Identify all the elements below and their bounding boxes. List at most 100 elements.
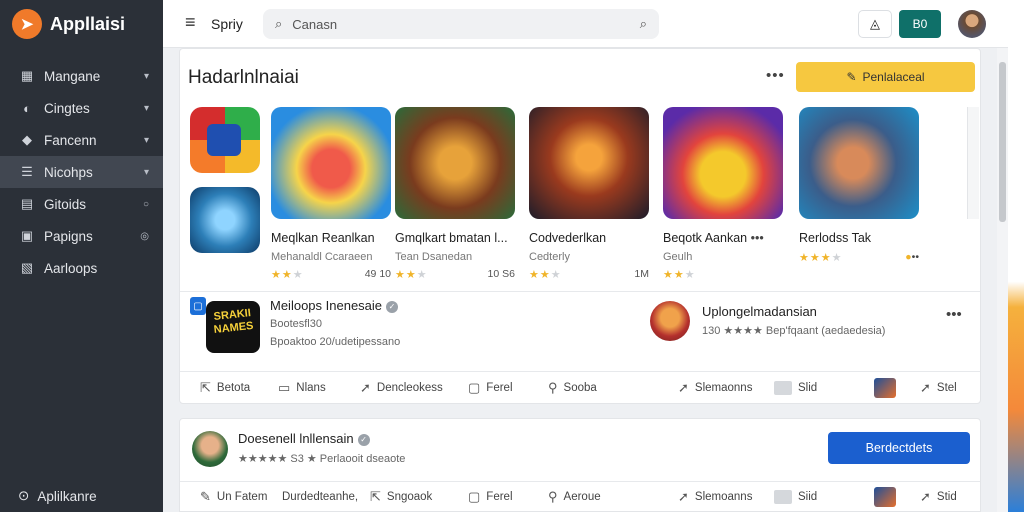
sidebar-item-mangane[interactable]: ▦ Mangane ▾ <box>0 60 163 92</box>
follow-button[interactable]: Berdectdets <box>828 432 970 464</box>
card-title: Gmqlkart bmatan l... <box>395 231 508 245</box>
brand[interactable]: ➤ Appllaisi <box>0 0 163 48</box>
sidebar-item-label: Gitoids <box>44 196 87 212</box>
pin-icon: ⚲ <box>548 380 558 395</box>
share-icon: ⇱ <box>370 489 381 504</box>
chevron-down-icon: ▾ <box>143 134 149 146</box>
more-options-icon[interactable]: ••• <box>766 67 785 84</box>
card-subtitle: Cedterly <box>529 251 570 263</box>
action-label: Nlans <box>296 382 326 394</box>
app-card[interactable]: Gmqlkart bmatan l... Tean Dsanedan ★★★ 10… <box>395 107 515 281</box>
notification-button[interactable]: ◬ <box>858 10 892 38</box>
action-label: Durdedteanhe, <box>282 491 359 503</box>
app-card[interactable]: Meqlkan Reanlkan Mehanaldl Ccaraeen ★★★ 4… <box>271 107 391 281</box>
card-value: 10 S6 <box>487 268 515 280</box>
sidebar-footer[interactable]: ⊙ Aplilkanre <box>18 488 97 504</box>
action-share[interactable]: ⇱ Betota <box>200 380 250 396</box>
app-card[interactable]: Codvederlkan Cedterly ★★★ 1M <box>529 107 649 281</box>
avatar[interactable] <box>192 431 228 467</box>
sidebar-item-label: Mangane <box>44 68 101 84</box>
app-thumbnail[interactable]: SRAKII NAMES <box>206 301 260 353</box>
action-chip[interactable]: Siid <box>774 490 817 504</box>
card-title: Rerlodss Tak <box>799 231 872 245</box>
scrollbar-thumb[interactable] <box>999 62 1006 222</box>
target-icon: ◎ <box>140 230 149 242</box>
action-label: Ferel <box>486 382 513 394</box>
star-rating-icon: ★★★ <box>271 269 304 281</box>
sidebar-item-papigns[interactable]: ▣ Papigns ◎ <box>0 220 163 252</box>
more-options-icon[interactable]: ••• <box>946 306 962 323</box>
app-thumbnail <box>271 107 391 219</box>
row-subtitle: Bpoaktoo 20/udetipessano <box>270 336 401 348</box>
star-rating-icon: ★★★ <box>529 269 562 281</box>
card-value: 49 10 <box>364 268 391 280</box>
action-file[interactable]: ▢ Ferel <box>468 380 513 396</box>
mini-thumbnail <box>874 378 896 398</box>
chevron-down-icon: ▾ <box>143 102 149 114</box>
action-bar: ✎ Un Fatem Durdedteanhe, ⇱ Sngoaok ▢ Ferel … <box>180 482 980 512</box>
search-input[interactable]: ⌕ Canasn ⌕ <box>263 9 659 39</box>
app-card[interactable]: Rerlodss Tak ★★★★ ●•• <box>799 107 919 264</box>
action-send[interactable]: ➚ Slemaonns <box>678 380 752 396</box>
profile-title: Doesenell lnllensain ✓ <box>238 431 370 446</box>
action-comment[interactable]: ▭ Nlans <box>278 380 326 396</box>
action-send[interactable]: ➚ Slemoanns <box>678 489 752 505</box>
action-forward[interactable]: ➚ Stel <box>920 380 957 396</box>
action-label: Aeroue <box>563 491 601 503</box>
avatar[interactable] <box>650 301 690 341</box>
app-tile-icon[interactable] <box>190 187 260 253</box>
chip-icon <box>774 381 792 395</box>
search-submit-icon[interactable]: ⌕ <box>640 16 647 32</box>
more-options-icon[interactable]: ••• <box>751 231 764 245</box>
avatar[interactable] <box>958 10 986 38</box>
action-file[interactable]: ▢ Ferel <box>468 489 513 505</box>
action-item[interactable]: Durdedteanhe, <box>282 491 358 503</box>
section-title: Hadarlnlnaiai <box>188 67 299 88</box>
search-icon: ⌕ <box>275 16 283 31</box>
share-icon: ⇱ <box>200 380 211 395</box>
app-tile-icon[interactable] <box>190 107 260 173</box>
sidebar-item-cingtes[interactable]: ◐ Cingtes ▾ <box>0 92 163 124</box>
sidebar-item-gitoids[interactable]: ▤ Gitoids ○ <box>0 188 163 220</box>
tag-icon: ◆ <box>22 132 32 147</box>
sidebar-item-aarloops[interactable]: ▧ Aarloops <box>0 252 163 284</box>
profile-subtitle: ★★★★★ S3 ★ Perlaooit dseaote <box>238 453 406 465</box>
action-item[interactable]: ⇱ Sngoaok <box>370 489 432 505</box>
sidebar-item-fancenn[interactable]: ◆ Fancenn ▾ <box>0 124 163 156</box>
scrollbar[interactable] <box>997 48 1008 512</box>
sidebar-item-nicohps[interactable]: ☰ Nicohps ▾ <box>0 156 163 188</box>
action-location[interactable]: ⚲ Sooba <box>548 380 597 396</box>
action-chip[interactable]: Slid <box>774 381 817 395</box>
action-item[interactable]: ✎ Un Fatem <box>200 489 267 505</box>
action-forward[interactable]: ➚ Stid <box>920 489 957 505</box>
carousel-edge[interactable] <box>967 107 979 219</box>
action-location[interactable]: ⚲ Aeroue <box>548 489 601 505</box>
card-subtitle: Geulh <box>663 251 693 263</box>
background-decoration <box>1008 0 1024 512</box>
document-icon: ▤ <box>20 196 34 211</box>
primary-cta-button[interactable]: ✎ Penlalaceal <box>796 62 975 92</box>
row-title: Meiloops Inenesaie ✓ <box>270 298 399 313</box>
chevron-down-icon: ▾ <box>143 166 149 178</box>
action-label: Slid <box>798 382 818 394</box>
forward-icon: ➚ <box>920 380 931 395</box>
action-label: Ferel <box>486 491 513 503</box>
action-preview[interactable] <box>874 378 896 398</box>
action-download[interactable]: ➚ Dencleokess <box>360 380 443 396</box>
hamburger-menu-icon[interactable]: ≡ <box>185 12 196 33</box>
forward-icon: ➚ <box>920 489 931 504</box>
card-title: Beqotk Aankan ••• <box>663 231 783 245</box>
action-label: Un Fatem <box>216 491 268 503</box>
verified-icon: ✓ <box>357 433 370 446</box>
app-card[interactable]: Beqotk Aankan ••• Geulh ★★★ <box>663 107 783 281</box>
star-rating-icon: ★★★ <box>395 269 428 281</box>
bookmark-icon[interactable]: ▢ <box>190 297 206 315</box>
action-preview[interactable] <box>874 487 896 507</box>
search-value: Canasn <box>292 16 338 32</box>
top-bar: ≡ Spriy ⌕ Canasn ⌕ ◬ B0 <box>163 0 1008 48</box>
divider <box>180 291 980 292</box>
account-button[interactable]: B0 <box>899 10 941 38</box>
palette-icon: ◐ <box>23 100 31 116</box>
more-options-icon[interactable]: ●•• <box>905 251 919 264</box>
app-thumbnail <box>395 107 515 219</box>
